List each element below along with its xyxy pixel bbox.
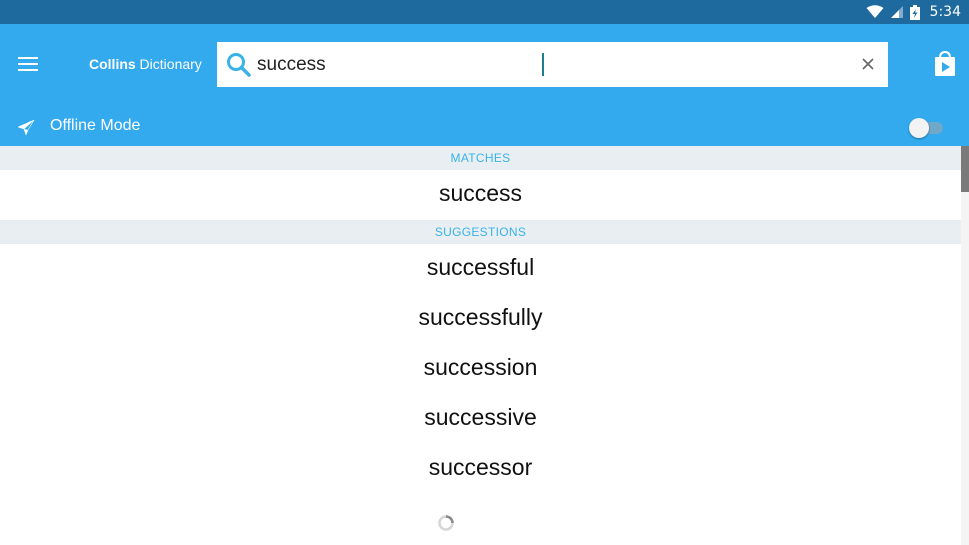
suggestion-item[interactable]: successful: [0, 254, 961, 281]
battery-charging-icon: [909, 4, 920, 20]
app-bar: Collins Dictionary Offline Mode: [0, 24, 969, 146]
offline-mode-row: Offline Mode: [0, 110, 969, 146]
menu-button[interactable]: [14, 52, 42, 76]
suggestion-item[interactable]: succession: [0, 354, 961, 381]
text-caret: [542, 53, 544, 76]
search-input[interactable]: [257, 50, 847, 80]
search-icon: [227, 53, 251, 77]
wifi-icon: [866, 5, 884, 18]
loading-spinner-icon: [438, 515, 454, 531]
suggestion-item[interactable]: successive: [0, 404, 961, 431]
app-title: Collins Dictionary: [89, 56, 202, 72]
brand-suffix: Dictionary: [135, 56, 202, 72]
suggestion-item[interactable]: successfully: [0, 304, 961, 331]
search-box[interactable]: [217, 42, 888, 87]
suggestions-header: SUGGESTIONS: [0, 220, 961, 244]
toggle-thumb: [909, 118, 929, 138]
offline-mode-label: Offline Mode: [50, 117, 141, 134]
signal-icon: [890, 6, 903, 18]
matches-header: MATCHES: [0, 146, 961, 170]
suggestion-item[interactable]: successor: [0, 454, 961, 481]
play-store-icon[interactable]: [932, 50, 958, 78]
airplane-icon: [17, 119, 35, 136]
scrollbar-thumb[interactable]: [961, 146, 969, 192]
hamburger-menu-icon: [18, 57, 38, 71]
brand-name: Collins: [89, 56, 136, 72]
offline-mode-toggle[interactable]: [909, 118, 943, 138]
status-bar: 5:34: [0, 0, 969, 24]
status-icons: 5:34: [866, 0, 961, 24]
close-icon[interactable]: [858, 54, 878, 74]
results-list: MATCHES success SUGGESTIONS successful s…: [0, 146, 961, 545]
status-time: 5:34: [929, 4, 961, 20]
scrollbar[interactable]: [961, 146, 969, 545]
match-item[interactable]: success: [0, 180, 961, 207]
